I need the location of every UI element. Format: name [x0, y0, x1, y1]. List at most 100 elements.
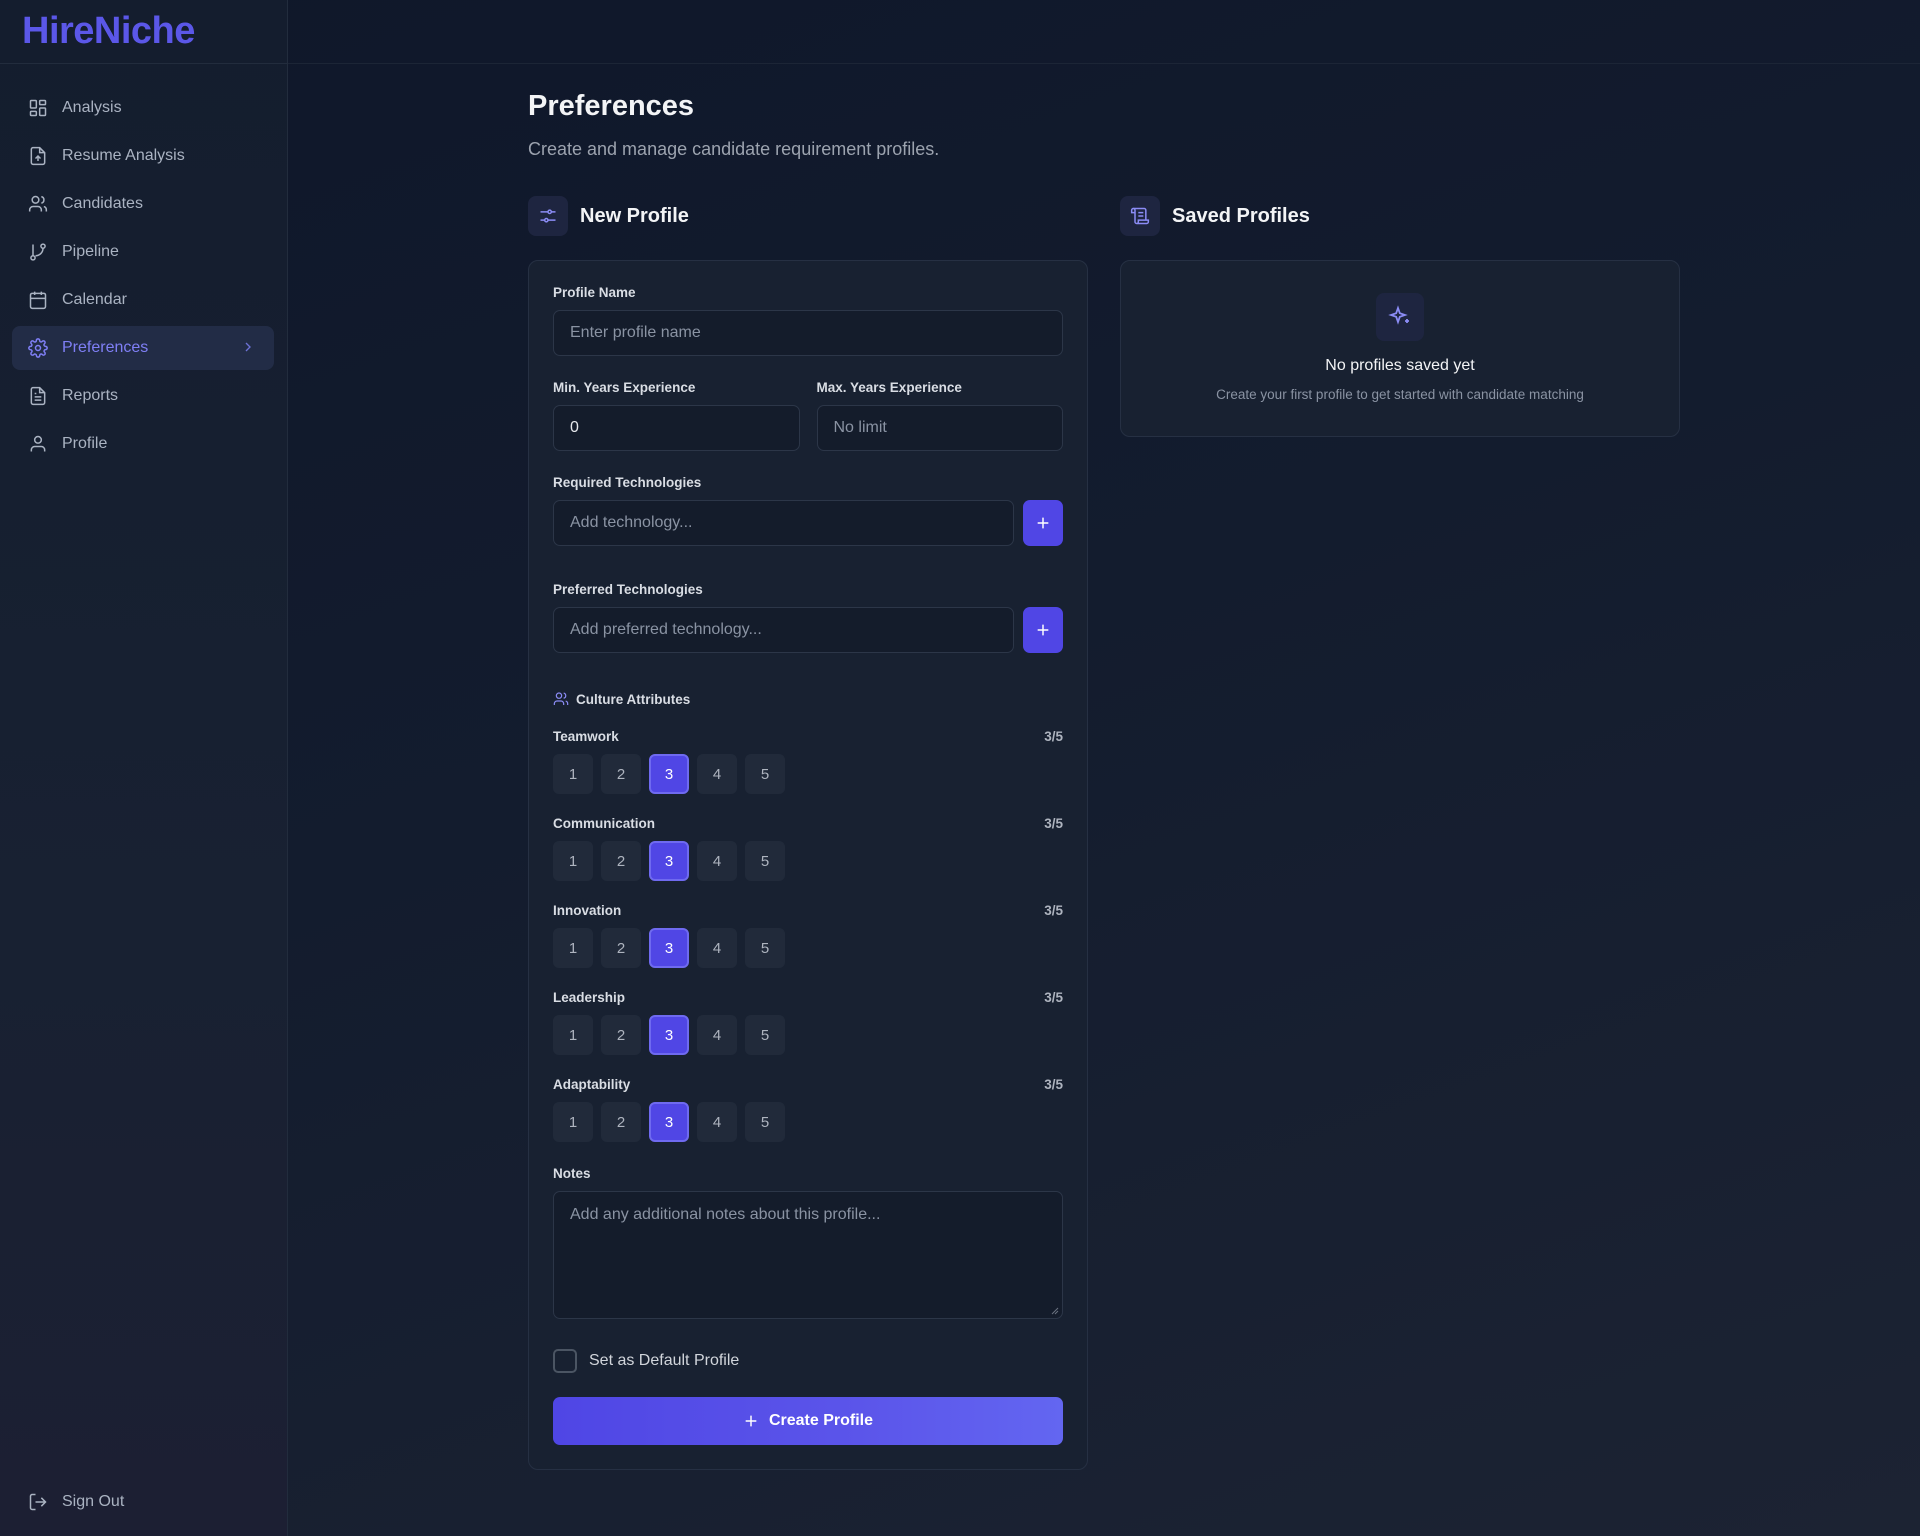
- rating-button-4[interactable]: 4: [697, 1102, 737, 1142]
- rating-selector: 12345: [553, 928, 1063, 968]
- sidebar: HireNiche Analysis Resume Analysis Candi…: [0, 0, 288, 1536]
- rating-button-2[interactable]: 2: [601, 754, 641, 794]
- rating-button-2[interactable]: 2: [601, 841, 641, 881]
- sidebar-item-label: Calendar: [62, 291, 127, 308]
- sparkles-icon: [1376, 293, 1424, 341]
- rating-button-1[interactable]: 1: [553, 841, 593, 881]
- culture-attributes-header: Culture Attributes: [553, 691, 1063, 707]
- sidebar-item-analysis[interactable]: Analysis: [12, 86, 274, 130]
- attribute-score: 3/5: [1044, 990, 1063, 1005]
- max-experience-label: Max. Years Experience: [816, 380, 962, 395]
- page-title: Preferences: [528, 90, 695, 122]
- preferred-tech-label: Preferred Technologies: [553, 582, 703, 597]
- user-icon: [28, 434, 48, 454]
- empty-state-title: No profiles saved yet: [1325, 357, 1475, 374]
- culture-attribute-leadership: Leadership 3/5 1 2 3 4 5: [553, 990, 1063, 1055]
- rating-button-5[interactable]: 5: [745, 841, 785, 881]
- brand-logo[interactable]: HireNiche: [0, 0, 287, 64]
- attribute-score: 3/5: [1044, 816, 1063, 831]
- rating-button-1[interactable]: 1: [553, 754, 593, 794]
- new-profile-form: Profile Name Enter profile name Min. Yea…: [528, 260, 1088, 1470]
- attribute-score: 3/5: [1044, 1077, 1063, 1092]
- users-icon: [553, 692, 569, 705]
- sign-out-label: Sign Out: [62, 1493, 125, 1510]
- culture-attribute-communication: Communication 3/5 1 2 3 4 5: [553, 816, 1063, 881]
- sidebar-item-pipeline[interactable]: Pipeline: [12, 230, 274, 274]
- git-branch-icon: [28, 242, 48, 262]
- attribute-name: Adaptability: [553, 1077, 631, 1092]
- attribute-score: 3/5: [1044, 903, 1063, 918]
- preferred-tech-input[interactable]: Add preferred technology...: [553, 607, 1014, 653]
- new-profile-title: New Profile: [580, 204, 689, 227]
- required-tech-input[interactable]: Add technology...: [553, 500, 1014, 546]
- attribute-name: Innovation: [553, 903, 622, 918]
- saved-profiles-header: Saved Profiles: [1120, 196, 1680, 236]
- profile-name-input[interactable]: Enter profile name: [553, 310, 1063, 356]
- new-profile-section: New Profile Profile Name Enter profile n…: [528, 196, 1088, 1470]
- top-bar: [288, 0, 1920, 64]
- saved-profiles-card: No profiles saved yet Create your first …: [1120, 260, 1680, 437]
- culture-attributes-label: Culture Attributes: [576, 691, 691, 707]
- notes-textarea[interactable]: Add any additional notes about this prof…: [553, 1191, 1063, 1319]
- rating-button-1[interactable]: 1: [553, 928, 593, 968]
- sidebar-item-reports[interactable]: Reports: [12, 374, 274, 418]
- rating-button-2[interactable]: 2: [601, 928, 641, 968]
- notes-placeholder: Add any additional notes about this prof…: [570, 1206, 881, 1223]
- main-content: Preferences Create and manage candidate …: [528, 90, 1680, 1470]
- sidebar-item-label: Resume Analysis: [62, 147, 185, 164]
- rating-button-1[interactable]: 1: [553, 1102, 593, 1142]
- rating-button-5[interactable]: 5: [745, 1102, 785, 1142]
- sign-out-button[interactable]: Sign Out: [12, 1480, 275, 1524]
- saved-profiles-section: Saved Profiles No profiles saved yet Cre…: [1120, 196, 1680, 437]
- layout-grid-icon: [28, 98, 48, 118]
- rating-button-3[interactable]: 3: [649, 928, 689, 968]
- sidebar-item-preferences[interactable]: Preferences: [12, 326, 274, 370]
- culture-attribute-innovation: Innovation 3/5 1 2 3 4 5: [553, 903, 1063, 968]
- add-required-tech-button[interactable]: [1023, 500, 1063, 546]
- rating-button-1[interactable]: 1: [553, 1015, 593, 1055]
- sidebar-item-calendar[interactable]: Calendar: [12, 278, 274, 322]
- add-preferred-tech-button[interactable]: [1023, 607, 1063, 653]
- rating-button-3[interactable]: 3: [649, 1102, 689, 1142]
- required-tech-label: Required Technologies: [553, 475, 702, 490]
- calendar-icon: [28, 290, 48, 310]
- log-out-icon: [28, 1492, 48, 1512]
- rating-button-4[interactable]: 4: [697, 1015, 737, 1055]
- rating-button-2[interactable]: 2: [601, 1015, 641, 1055]
- default-profile-checkbox[interactable]: [553, 1349, 577, 1373]
- new-profile-header: New Profile: [528, 196, 1088, 236]
- file-upload-icon: [28, 146, 48, 166]
- resize-grip-icon[interactable]: [1051, 1307, 1059, 1315]
- sidebar-item-label: Reports: [62, 387, 119, 404]
- rating-button-4[interactable]: 4: [697, 754, 737, 794]
- gear-icon: [28, 338, 48, 358]
- create-profile-button[interactable]: Create Profile: [553, 1397, 1063, 1445]
- rating-button-5[interactable]: 5: [745, 928, 785, 968]
- max-experience-input[interactable]: No limit: [816, 405, 1063, 451]
- attribute-name: Leadership: [553, 990, 626, 1005]
- sidebar-item-label: Candidates: [62, 195, 143, 212]
- rating-button-5[interactable]: 5: [745, 1015, 785, 1055]
- sidebar-item-candidates[interactable]: Candidates: [12, 182, 274, 226]
- plus-icon: [1037, 624, 1049, 636]
- rating-button-4[interactable]: 4: [697, 841, 737, 881]
- rating-button-2[interactable]: 2: [601, 1102, 641, 1142]
- profile-name-label: Profile Name: [553, 285, 636, 300]
- rating-button-3[interactable]: 3: [649, 841, 689, 881]
- saved-profiles-title: Saved Profiles: [1172, 204, 1310, 227]
- sidebar-item-label: Analysis: [62, 99, 122, 116]
- notes-label: Notes: [553, 1166, 591, 1181]
- sidebar-item-profile[interactable]: Profile: [12, 422, 274, 466]
- sidebar-item-label: Profile: [62, 435, 108, 452]
- rating-selector: 12345: [553, 1015, 1063, 1055]
- empty-state: No profiles saved yet Create your first …: [1121, 261, 1679, 436]
- rating-button-4[interactable]: 4: [697, 928, 737, 968]
- rating-button-3[interactable]: 3: [649, 754, 689, 794]
- min-experience-input[interactable]: 0: [553, 405, 800, 451]
- empty-state-subtitle: Create your first profile to get started…: [1216, 387, 1584, 402]
- rating-selector: 12345: [553, 1102, 1063, 1142]
- users-icon: [28, 194, 48, 214]
- rating-button-5[interactable]: 5: [745, 754, 785, 794]
- rating-button-3[interactable]: 3: [649, 1015, 689, 1055]
- sidebar-item-resume-analysis[interactable]: Resume Analysis: [12, 134, 274, 178]
